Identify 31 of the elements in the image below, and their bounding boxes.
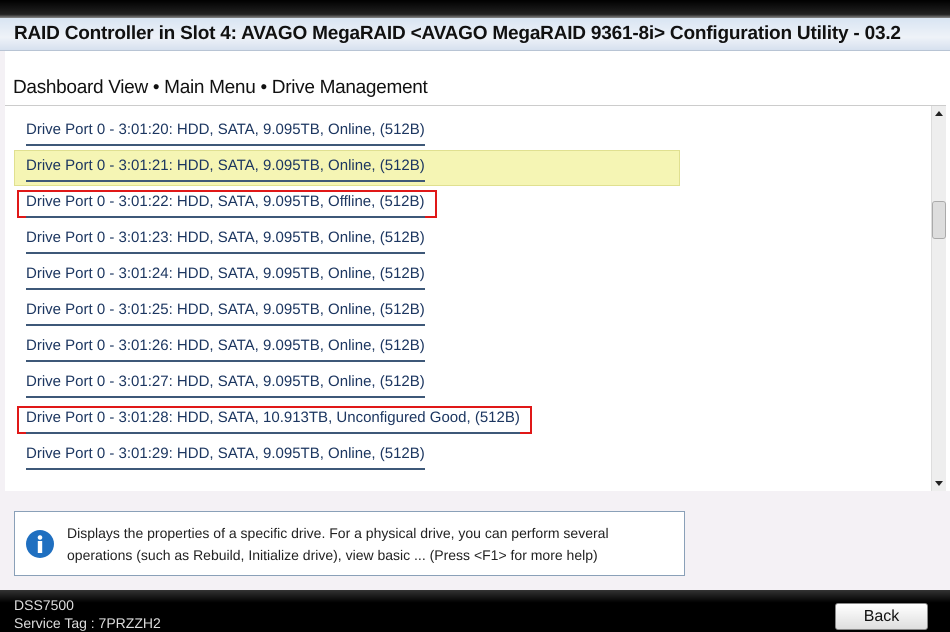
help-text: Displays the properties of a specific drive. For a physical drive, you can perform several operations (such as Rebuild, Initialize drive), view basic ... (Press <F1> for more help)	[67, 524, 610, 565]
drive-row[interactable]: Drive Port 0 - 3:01:29: HDD, SATA, 9.095TB, Online, (512B)	[14, 438, 680, 474]
drive-link[interactable]: Drive Port 0 - 3:01:21: HDD, SATA, 9.095TB, Online, (512B)	[26, 157, 425, 182]
scroll-thumb[interactable]	[932, 201, 946, 239]
drive-link[interactable]: Drive Port 0 - 3:01:28: HDD, SATA, 10.913TB, Unconfigured Good, (512B)	[26, 409, 520, 434]
drive-link[interactable]: Drive Port 0 - 3:01:26: HDD, SATA, 9.095TB, Online, (512B)	[26, 337, 425, 362]
service-tag: Service Tag : 7PRZZH2	[14, 614, 161, 632]
drive-row[interactable]: Drive Port 0 - 3:01:24: HDD, SATA, 9.095TB, Online, (512B)	[14, 258, 680, 294]
drive-link[interactable]: Drive Port 0 - 3:01:22: HDD, SATA, 9.095TB, Offline, (512B)	[26, 193, 424, 218]
drive-link[interactable]: Drive Port 0 - 3:01:27: HDD, SATA, 9.095TB, Online, (512B)	[26, 373, 425, 398]
window-title: RAID Controller in Slot 4: AVAGO MegaRAID <AVAGO MegaRAID 9361-8i> Configuration Utility - 03.2	[0, 18, 950, 51]
model-name: DSS7500	[14, 596, 75, 614]
drive-link[interactable]: Drive Port 0 - 3:01:20: HDD, SATA, 9.095TB, Online, (512B)	[26, 121, 425, 146]
back-button[interactable]: Back	[835, 603, 928, 630]
drive-row[interactable]: Drive Port 0 - 3:01:28: HDD, SATA, 10.913TB, Unconfigured Good, (512B)	[14, 402, 680, 438]
drive-row[interactable]: Drive Port 0 - 3:01:22: HDD, SATA, 9.095TB, Offline, (512B)	[14, 186, 680, 222]
drive-link[interactable]: Drive Port 0 - 3:01:24: HDD, SATA, 9.095TB, Online, (512B)	[26, 265, 425, 290]
drive-row[interactable]: Drive Port 0 - 3:01:26: HDD, SATA, 9.095TB, Online, (512B)	[14, 330, 680, 366]
drive-row[interactable]: Drive Port 0 - 3:01:25: HDD, SATA, 9.095TB, Online, (512B)	[14, 294, 680, 330]
drive-row[interactable]: Drive Port 0 - 3:01:20: HDD, SATA, 9.095TB, Online, (512B)	[14, 114, 680, 150]
selected-drive-row[interactable]: Drive Port 0 - 3:01:21: HDD, SATA, 9.095TB, Online, (512B)	[14, 150, 680, 186]
drive-link[interactable]: Drive Port 0 - 3:01:23: HDD, SATA, 9.095TB, Online, (512B)	[26, 229, 425, 254]
scroll-up-icon[interactable]	[935, 111, 943, 116]
scroll-down-icon[interactable]	[935, 481, 943, 486]
drive-row[interactable]: Drive Port 0 - 3:01:27: HDD, SATA, 9.095TB, Online, (512B)	[14, 366, 680, 402]
drive-link[interactable]: Drive Port 0 - 3:01:29: HDD, SATA, 9.095TB, Online, (512B)	[26, 445, 425, 470]
drive-link[interactable]: Drive Port 0 - 3:01:25: HDD, SATA, 9.095TB, Online, (512B)	[26, 301, 425, 326]
breadcrumb: Dashboard View • Main Menu • Drive Management	[5, 51, 946, 106]
info-icon	[25, 528, 55, 558]
scrollbar[interactable]	[931, 106, 946, 491]
drive-row[interactable]: Drive Port 0 - 3:01:23: HDD, SATA, 9.095TB, Online, (512B)	[14, 222, 680, 258]
